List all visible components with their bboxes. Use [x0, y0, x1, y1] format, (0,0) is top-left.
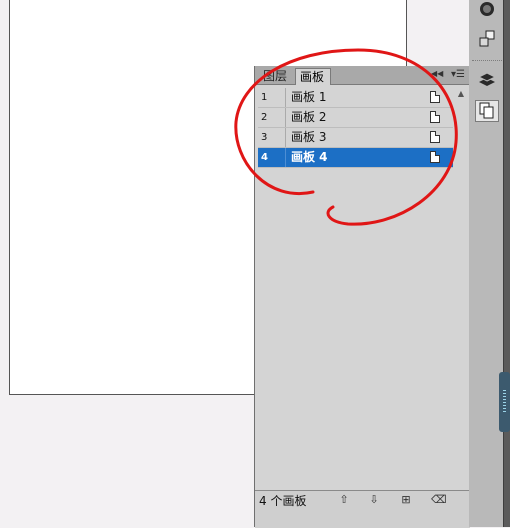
- artboard-number: 4: [258, 148, 286, 167]
- artboard-name: 画板 1: [291, 90, 327, 104]
- artboard-name: 画板 4: [291, 150, 328, 164]
- dock-separator: [472, 60, 502, 61]
- artboard-options-icon[interactable]: [430, 151, 440, 163]
- artboard-number: 3: [258, 128, 286, 147]
- panel-tab-bar: 图层 画板 ◀◀ ▾☰: [255, 66, 470, 85]
- artboard-row[interactable]: 1 画板 1: [258, 88, 453, 108]
- new-artboard-icon[interactable]: ⊞: [399, 493, 413, 507]
- dock-resize-handle[interactable]: [499, 372, 510, 432]
- panel-status-bar: 4 个画板 ⇧ ⇩ ⊞ ⌫: [255, 490, 470, 528]
- tab-artboards[interactable]: 画板: [295, 68, 331, 85]
- scroll-up-icon[interactable]: ▲: [454, 88, 468, 100]
- right-dock: [469, 0, 510, 527]
- artboard-number: 1: [258, 88, 286, 107]
- artboards-icon[interactable]: [475, 100, 499, 122]
- color-icon[interactable]: [475, 0, 499, 22]
- move-up-icon[interactable]: ⇧: [337, 493, 351, 507]
- artboards-panel: 图层 画板 ◀◀ ▾☰ 1 画板 1 2 画板 2 3 画板 3 4 画板 4 …: [254, 66, 470, 528]
- tab-layers[interactable]: 图层: [259, 68, 295, 85]
- artboard-row-selected[interactable]: 4 画板 4: [258, 148, 453, 168]
- panel-menu-icon[interactable]: ▾☰: [449, 69, 467, 81]
- artboard-list: 1 画板 1 2 画板 2 3 画板 3 4 画板 4: [258, 88, 453, 168]
- artboard-options-icon[interactable]: [430, 131, 440, 143]
- move-down-icon[interactable]: ⇩: [367, 493, 381, 507]
- artboard-options-icon[interactable]: [430, 91, 440, 103]
- artboard-row[interactable]: 2 画板 2: [258, 108, 453, 128]
- delete-artboard-icon[interactable]: ⌫: [431, 493, 447, 507]
- double-chevron-right-icon[interactable]: ◀◀: [431, 69, 443, 79]
- panel-scrollbar[interactable]: ▲: [454, 88, 468, 488]
- artboard-name: 画板 2: [291, 110, 327, 124]
- artboard-options-icon[interactable]: [430, 111, 440, 123]
- artboard-number: 2: [258, 108, 286, 127]
- artboard-name: 画板 3: [291, 130, 327, 144]
- dock-icon-column: [469, 0, 504, 527]
- artboard-row[interactable]: 3 画板 3: [258, 128, 453, 148]
- artboard-count: 4 个画板: [259, 494, 307, 508]
- transform-icon[interactable]: [475, 28, 499, 50]
- layers-icon[interactable]: [475, 72, 499, 94]
